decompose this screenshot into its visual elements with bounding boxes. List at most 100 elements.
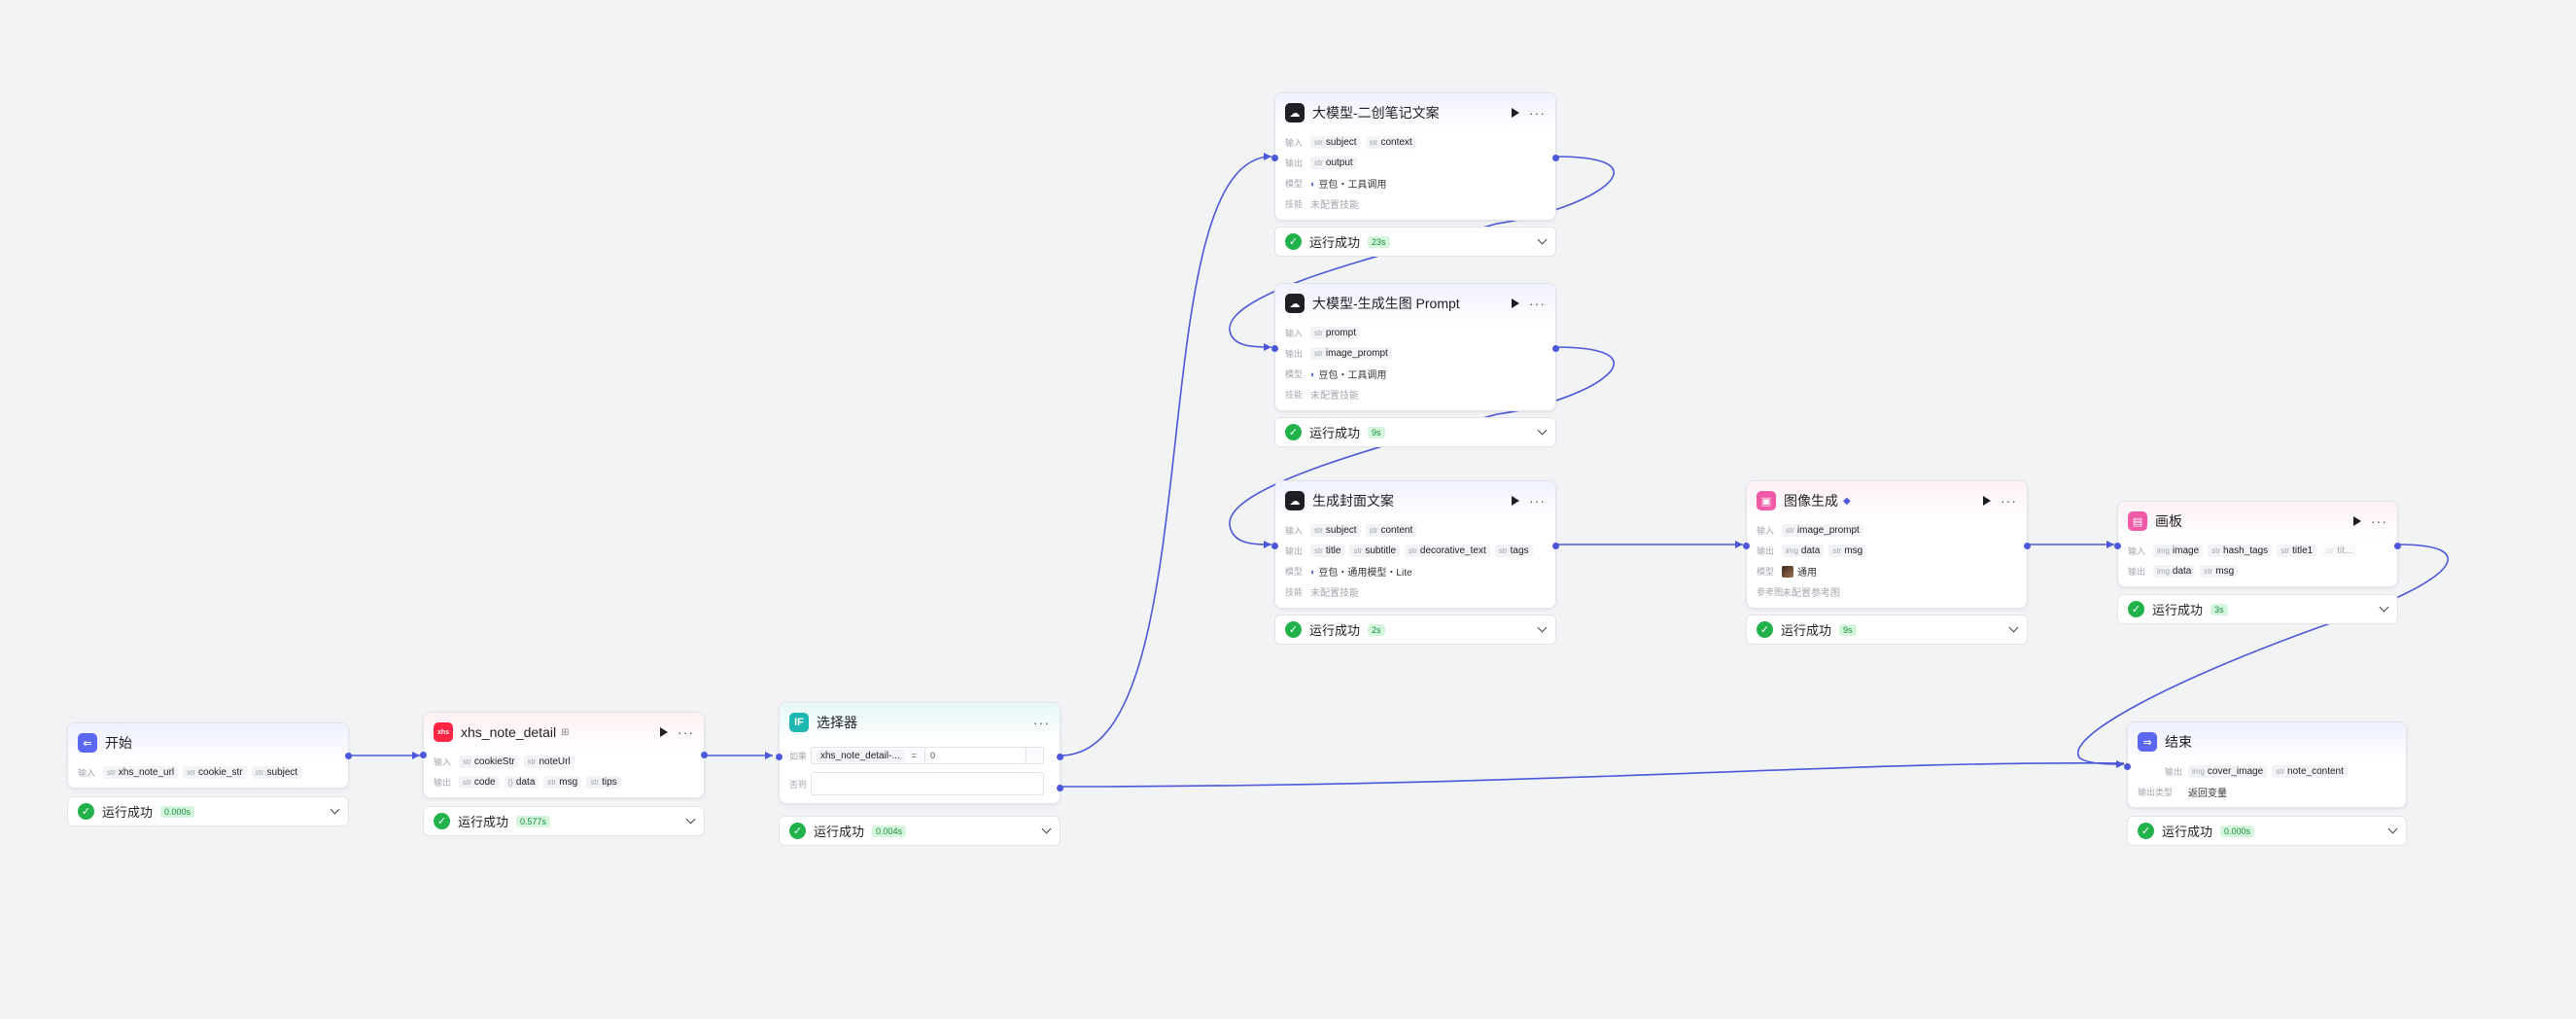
chevron-down-icon[interactable] [2387, 824, 2398, 834]
model-name: 通用 [1797, 568, 1817, 579]
param-tag: str xhs_note_url [103, 766, 179, 779]
output-port[interactable] [1552, 344, 1559, 352]
plugin-node[interactable]: xhs xhs_note_detail ⊞ ··· 输入 str cookieSt… [420, 712, 708, 798]
run-icon[interactable] [2353, 516, 2361, 526]
more-icon[interactable]: ··· [1529, 494, 1546, 508]
param-tag: str title [1310, 545, 1345, 557]
node-title: 大模型-二创笔记文案 [1312, 105, 1440, 121]
chevron-down-icon[interactable] [2379, 602, 2389, 613]
llm-node-2[interactable]: ☁ 大模型-生成生图 Prompt ··· 输入 str prompt 输出 st… [1271, 283, 1559, 411]
chevron-down-icon[interactable] [1537, 622, 1548, 633]
param-tag: img data [2153, 565, 2196, 578]
run-icon[interactable] [660, 727, 668, 737]
input-port[interactable] [776, 753, 783, 760]
output-label: 输出 [1285, 158, 1304, 168]
input-port[interactable] [1743, 542, 1750, 549]
output-port[interactable] [1552, 154, 1559, 161]
output-port[interactable] [1552, 542, 1559, 549]
param-tag: str code [459, 776, 500, 789]
canvas-board-node[interactable]: ▤ 画板 ··· 输入 img image str hash_tags str tit… [2114, 501, 2401, 587]
time-badge: 9s [1368, 426, 1385, 439]
chevron-down-icon[interactable] [330, 804, 340, 815]
more-icon[interactable]: ··· [1033, 716, 1050, 729]
start-node[interactable]: ⇐ 开始 输入 str xhs_note_url str cookie_str st… [67, 722, 352, 789]
status-text: 运行成功 [1309, 623, 1361, 638]
check-icon: ✓ [2138, 823, 2154, 839]
chevron-down-icon[interactable] [1041, 824, 1052, 834]
doubao-icon: ◐ [1310, 369, 1316, 379]
xhs-icon: xhs [434, 722, 453, 742]
check-icon: ✓ [78, 803, 94, 820]
cover-status-bar[interactable]: ✓ 运行成功 2s [1274, 615, 1556, 645]
selector-node[interactable]: IF 选择器 ··· 如果 xhs_note_detail-... = 0 否则 [776, 702, 1063, 804]
run-icon[interactable] [1983, 496, 1991, 506]
output-port[interactable] [2394, 542, 2401, 549]
output-label: 输出 [1757, 546, 1775, 556]
more-icon[interactable]: ··· [2371, 514, 2387, 528]
skill-value: 未配置技能 [1310, 391, 1359, 402]
time-badge: 2s [1368, 623, 1385, 636]
run-icon[interactable] [1512, 299, 1519, 308]
input-port[interactable] [1271, 344, 1278, 352]
selector-status-bar[interactable]: ✓ 运行成功 0.004s [779, 816, 1061, 846]
diamond-icon: ◆ [1843, 495, 1851, 507]
cover-copy-node[interactable]: ☁ 生成封面文案 ··· 输入 str subject str content 输出… [1271, 480, 1559, 609]
condition-left: xhs_note_detail-... [817, 749, 904, 762]
output-label: 输出 [2164, 767, 2182, 777]
param-tag: str note_content [2272, 765, 2348, 778]
output-port[interactable] [701, 752, 708, 758]
image-generation-node[interactable]: ▣ 图像生成 ◆ ··· 输入 str image_prompt 输出 img da… [1743, 480, 2031, 609]
param-tag: str hash_tags [2208, 545, 2273, 557]
input-port[interactable] [2124, 762, 2131, 770]
model-label: 模型 [1285, 369, 1304, 379]
chevron-down-icon[interactable] [1537, 234, 1548, 245]
more-icon[interactable]: ··· [1529, 297, 1546, 310]
input-port[interactable] [1271, 542, 1278, 549]
edge-selector-llm1 [1060, 156, 1272, 756]
status-text: 运行成功 [1781, 623, 1832, 638]
llm-node-1[interactable]: ☁ 大模型-二创笔记文案 ··· 输入 str subject str contex… [1271, 92, 1559, 221]
run-icon[interactable] [1512, 496, 1519, 506]
skill-value: 未配置技能 [1310, 200, 1359, 211]
output-label: 输出 [434, 778, 452, 788]
more-icon[interactable]: ··· [2001, 494, 2017, 508]
node-title: 大模型-生成生图 Prompt [1312, 296, 1460, 311]
doubao-icon: ◐ [1310, 566, 1316, 577]
condition-box[interactable]: xhs_note_detail-... = 0 [811, 747, 1044, 764]
input-port[interactable] [1271, 154, 1278, 161]
run-icon[interactable] [1512, 108, 1519, 118]
param-tag: str decorative_text [1405, 545, 1490, 557]
param-tag: str subject [1310, 136, 1361, 149]
status-text: 运行成功 [814, 825, 865, 839]
output-label: 输出 [2128, 567, 2146, 577]
status-text: 运行成功 [1309, 235, 1361, 250]
more-icon[interactable]: ··· [678, 725, 694, 739]
llm2-status-bar[interactable]: ✓ 运行成功 9s [1274, 417, 1556, 447]
workflow-canvas[interactable]: ⇐ 开始 输入 str xhs_note_url str cookie_str st… [0, 0, 2576, 1019]
board-status-bar[interactable]: ✓ 运行成功 3s [2117, 594, 2398, 624]
input-port[interactable] [2114, 542, 2121, 549]
start-status-bar[interactable]: ✓ 运行成功 0.000s [67, 796, 349, 826]
param-tag: str content [1365, 524, 1417, 537]
imggen-status-bar[interactable]: ✓ 运行成功 9s [1746, 615, 2028, 645]
chevron-down-icon[interactable] [685, 814, 696, 825]
more-icon[interactable]: ··· [1529, 106, 1546, 120]
time-badge: 0.577s [516, 815, 551, 827]
condition-right[interactable]: 0 [923, 747, 1027, 764]
param-tag: str msg [2200, 565, 2239, 578]
end-status-bar[interactable]: ✓ 运行成功 0.000s [2127, 816, 2407, 846]
output-port[interactable] [345, 752, 352, 759]
end-node[interactable]: ⇒ 结束 输出 img cover_image str note_content 输… [2124, 721, 2407, 808]
output-port[interactable] [2024, 542, 2031, 549]
else-box[interactable] [811, 772, 1044, 795]
plugin-status-bar[interactable]: ✓ 运行成功 0.577s [423, 806, 705, 836]
input-port[interactable] [420, 752, 427, 758]
chevron-down-icon[interactable] [1537, 425, 1548, 436]
else-port[interactable] [1057, 784, 1063, 791]
param-tag: str msg [543, 776, 582, 789]
ref-label: 参考图 [1757, 587, 1784, 597]
if-port[interactable] [1057, 753, 1063, 760]
llm1-status-bar[interactable]: ✓ 运行成功 23s [1274, 227, 1556, 257]
skill-label: 技能 [1285, 390, 1304, 400]
chevron-down-icon[interactable] [2008, 622, 2019, 633]
